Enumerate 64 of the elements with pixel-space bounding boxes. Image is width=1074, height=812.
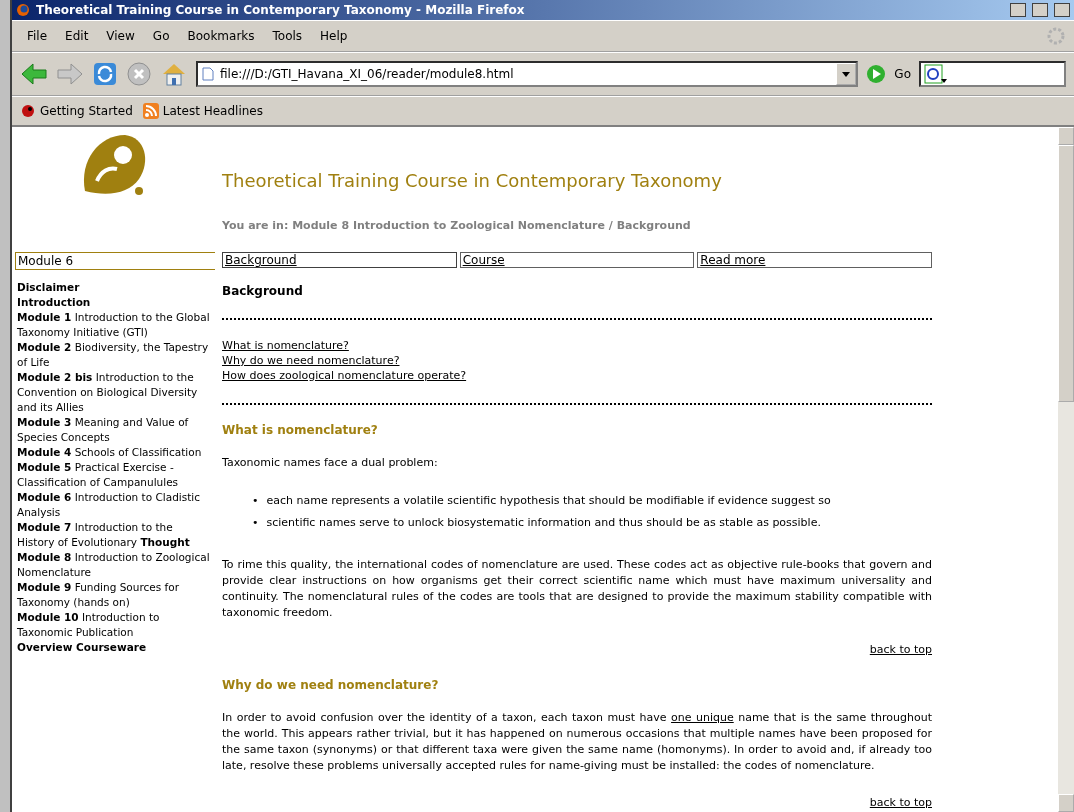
firefox-icon: [16, 3, 30, 17]
sidebar-link[interactable]: Module 4 Schools of Classification: [15, 445, 215, 460]
maximize-button[interactable]: [1032, 3, 1048, 17]
rss-feed-icon: [142, 103, 159, 119]
sidebar-link[interactable]: Disclaimer: [15, 280, 215, 295]
tab[interactable]: Course: [459, 252, 695, 268]
reload-icon[interactable]: [92, 61, 118, 87]
breadcrumb: You are in: Module 8 Introduction to Zoological Nomenclature / Background: [222, 219, 692, 232]
inline-link[interactable]: one unique: [671, 711, 734, 724]
search-engine-icon[interactable]: [924, 64, 948, 84]
menu-item[interactable]: Help: [313, 27, 355, 45]
back-to-top-link[interactable]: back to top: [869, 796, 932, 809]
minimize-button[interactable]: [1010, 3, 1026, 17]
toc-link[interactable]: How does zoological nomenclature operate?: [222, 368, 467, 383]
address-field[interactable]: file:///D:/GTI_Havana_XI_06/reader/module8.html: [196, 61, 859, 87]
menu-item[interactable]: File: [20, 27, 55, 45]
close-button[interactable]: [1054, 3, 1070, 17]
tab[interactable]: Background: [222, 252, 457, 268]
sidebar-link[interactable]: Module 10 Introduction to Taxonomic Publication: [15, 610, 215, 640]
sidebar-link[interactable]: Module 5 Practical Exercise - Classification of Campanulules: [15, 460, 215, 490]
menu-item[interactable]: Go: [145, 27, 177, 45]
intro-text: Taxonomic names face a dual problem:: [222, 455, 439, 471]
menu-item[interactable]: Edit: [58, 27, 96, 45]
module-select[interactable]: Module 6: [15, 252, 215, 270]
stop-icon[interactable]: [126, 61, 152, 87]
sidebar-link[interactable]: Module 2 Biodiversity, the Tapestry of Life: [15, 340, 215, 370]
bullet-item: each name represents a volatile scientific hypothesis that should be modifiable if evidence suggest so: [266, 493, 831, 509]
toc-link[interactable]: Why do we need nomenclature?: [222, 353, 400, 368]
bullet-marker: •: [252, 493, 259, 509]
go-icon[interactable]: [866, 64, 887, 84]
menu-item[interactable]: View: [99, 27, 142, 45]
window-title: Theoretical Training Course in Contemporary Taxonomy - Mozilla Firefox: [36, 3, 526, 17]
sidebar-link[interactable]: Module 1 Introduction to the Global Taxonomy Initiative (GTI): [15, 310, 215, 340]
menu-item[interactable]: Tools: [265, 27, 310, 45]
tab[interactable]: Read more: [697, 252, 932, 268]
toc-link[interactable]: What is nomenclature?: [222, 338, 349, 353]
sidebar-link[interactable]: Module 8 Introduction to Zoological Nomenclature: [15, 550, 215, 580]
section-title: What is nomenclature?: [222, 423, 379, 437]
sidebar-link[interactable]: Overview Courseware: [15, 640, 215, 655]
page-icon: [202, 67, 214, 81]
search-field[interactable]: [919, 61, 1066, 87]
paragraph: In order to avoid confusion over the identity of a taxon, each taxon must have one unique name that is the same throughout the world. This appears rather trivial, but it has happened on numerous occasions that multiple names have been proposed for the same taxon (synonyms) or that different taxa were given the same name (homonyms). In order to avoid and, if already too late, resolve these problems universally accepted rules for name-giving must be installed: the codes of nomenclature.: [222, 710, 932, 774]
bullet-marker: •: [252, 515, 259, 531]
sidebar-link[interactable]: Module 3 Meaning and Value of Species Concepts: [15, 415, 215, 445]
paragraph: To rime this quality, the international codes of nomenclature are used. These codes act as objective rule-books that govern and provide clear instructions on how organisms get their correct scientific name which must have maximum universality and continuity. The nomenclatural rules of the codes are tools that are designed to provide the maximum stability compatible with taxonomic freedom.: [222, 557, 932, 621]
bullet-item: scientific names serve to unlock biosystematic information and thus should be as stable as possible.: [266, 515, 821, 531]
back-to-top-link[interactable]: back to top: [869, 643, 932, 656]
go-label[interactable]: Go: [894, 67, 911, 81]
caret-icon: [842, 71, 851, 77]
sidebar-link[interactable]: Module 9 Funding Sources for Taxonomy (hands on): [15, 580, 215, 610]
bug-icon: [20, 103, 36, 119]
bookmark-link[interactable]: Latest Headlines: [142, 103, 263, 119]
sidebar-link[interactable]: Module 6 Introduction to Cladistic Analysis: [15, 490, 215, 520]
sidebar-link[interactable]: Module 2 bis Introduction to the Convention on Biological Diversity and its Allies: [15, 370, 215, 415]
menu-item[interactable]: Bookmarks: [180, 27, 262, 45]
back-arrow-icon[interactable]: [20, 62, 48, 86]
bookmark-link[interactable]: Getting Started: [20, 103, 133, 119]
throbber-icon: [1046, 26, 1066, 46]
section-title: Why do we need nomenclature?: [222, 678, 440, 692]
dropdown-button[interactable]: [836, 63, 857, 85]
section-heading: Background: [222, 284, 304, 298]
sidebar-link[interactable]: Introduction: [15, 295, 215, 310]
page-heading: Theoretical Training Course in Contemporary Taxonomy: [222, 170, 722, 191]
sidebar-link[interactable]: Module 7 Introduction to the History of Evolutionary Thought: [15, 520, 215, 550]
